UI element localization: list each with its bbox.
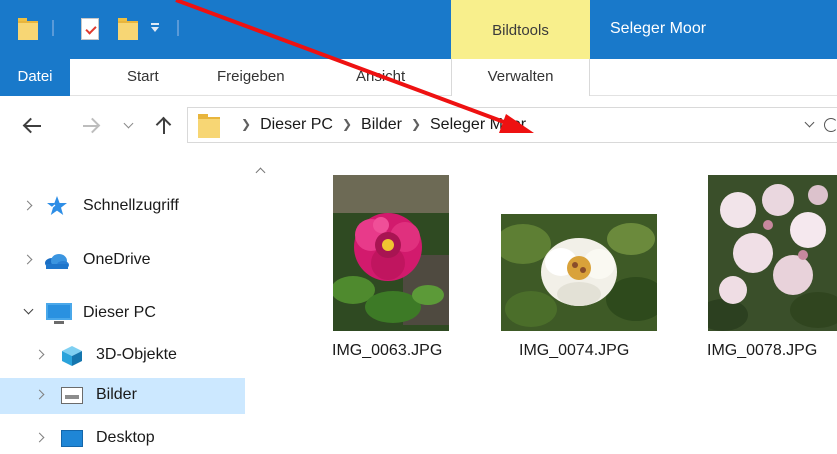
sidebar-item-label: Bilder [96,386,137,403]
tab-verwalten[interactable]: Verwalten [451,59,590,96]
sidebar-item-label: Schnellzugriff [83,197,179,214]
expand-chevron-icon[interactable] [22,200,33,211]
refresh-icon[interactable] [824,118,837,132]
context-tab-header: Bildtools [451,0,590,60]
sidebar-item-3d-objekte[interactable]: 3D-Objekte [0,338,245,374]
breadcrumb-item-seleger-moor[interactable]: Seleger Moor [430,116,526,133]
tab-ansicht[interactable]: Ansicht [356,59,405,96]
star-icon [47,196,67,215]
forward-arrow-icon[interactable] [80,116,102,136]
up-arrow-icon[interactable] [154,114,174,136]
tab-datei[interactable]: Datei [0,59,70,96]
quick-access-toolbar [0,0,450,59]
properties-icon[interactable] [81,18,99,40]
toolbar-separator [177,20,179,36]
folder-icon[interactable] [18,18,38,40]
navigation-pane: Schnellzugriff OneDrive Dieser PC 3D-Obj… [0,158,245,454]
3d-objects-icon [62,346,82,366]
expand-chevron-icon[interactable] [34,349,45,360]
toolbar-separator [52,20,54,36]
title-bar: Bildtools Seleger Moor [0,0,837,60]
chevron-right-icon[interactable]: ❯ [241,108,251,141]
new-folder-icon[interactable] [118,18,138,40]
file-name[interactable]: IMG_0074.JPG [519,342,629,360]
sidebar-item-label: Desktop [96,429,155,446]
sidebar-item-bilder[interactable]: Bilder [0,378,245,414]
sidebar-item-label: Dieser PC [83,304,156,321]
collapse-chevron-icon[interactable] [23,304,34,315]
customize-toolbar-icon[interactable] [150,23,160,33]
back-arrow-icon[interactable] [22,116,44,136]
sidebar-item-schnellzugriff[interactable]: Schnellzugriff [0,189,245,225]
recent-locations-chevron-icon[interactable] [123,120,133,130]
sidebar-item-label: OneDrive [83,251,151,268]
image-thumbnail[interactable] [501,214,657,331]
tab-start[interactable]: Start [127,59,159,96]
file-name[interactable]: IMG_0063.JPG [332,342,442,360]
scroll-up-arrow-icon[interactable] [255,166,265,174]
chevron-right-icon[interactable]: ❯ [342,108,352,141]
breadcrumb: ❯ Dieser PC ❯ Bilder ❯ Seleger Moor [232,108,526,142]
computer-icon [46,303,72,325]
pictures-folder-icon [61,387,83,404]
ribbon-tabs: Datei Start Freigeben Ansicht Verwalten [0,59,837,96]
chevron-down-icon[interactable] [805,122,815,130]
address-bar[interactable]: ❯ Dieser PC ❯ Bilder ❯ Seleger Moor [187,107,837,143]
expand-chevron-icon[interactable] [34,432,45,443]
context-tab-label: Bildtools [492,22,549,39]
tab-freigeben[interactable]: Freigeben [217,59,285,96]
onedrive-cloud-icon [45,254,69,269]
sidebar-item-onedrive[interactable]: OneDrive [0,243,245,279]
window-title: Seleger Moor [610,20,707,37]
chevron-right-icon[interactable]: ❯ [411,108,421,141]
sidebar-item-label: 3D-Objekte [96,346,177,363]
image-thumbnail[interactable] [333,175,449,331]
folder-icon [198,114,220,138]
image-thumbnail[interactable] [708,175,837,331]
desktop-folder-icon [61,430,83,447]
breadcrumb-item-bilder[interactable]: Bilder [361,116,402,133]
navigation-bar: ❯ Dieser PC ❯ Bilder ❯ Seleger Moor [0,96,837,158]
sidebar-item-desktop[interactable]: Desktop [0,421,245,454]
expand-chevron-icon[interactable] [34,389,45,400]
expand-chevron-icon[interactable] [22,254,33,265]
sidebar-item-dieser-pc[interactable]: Dieser PC [0,296,245,332]
file-name[interactable]: IMG_0078.JPG [707,342,817,360]
breadcrumb-item-dieser-pc[interactable]: Dieser PC [260,116,333,133]
